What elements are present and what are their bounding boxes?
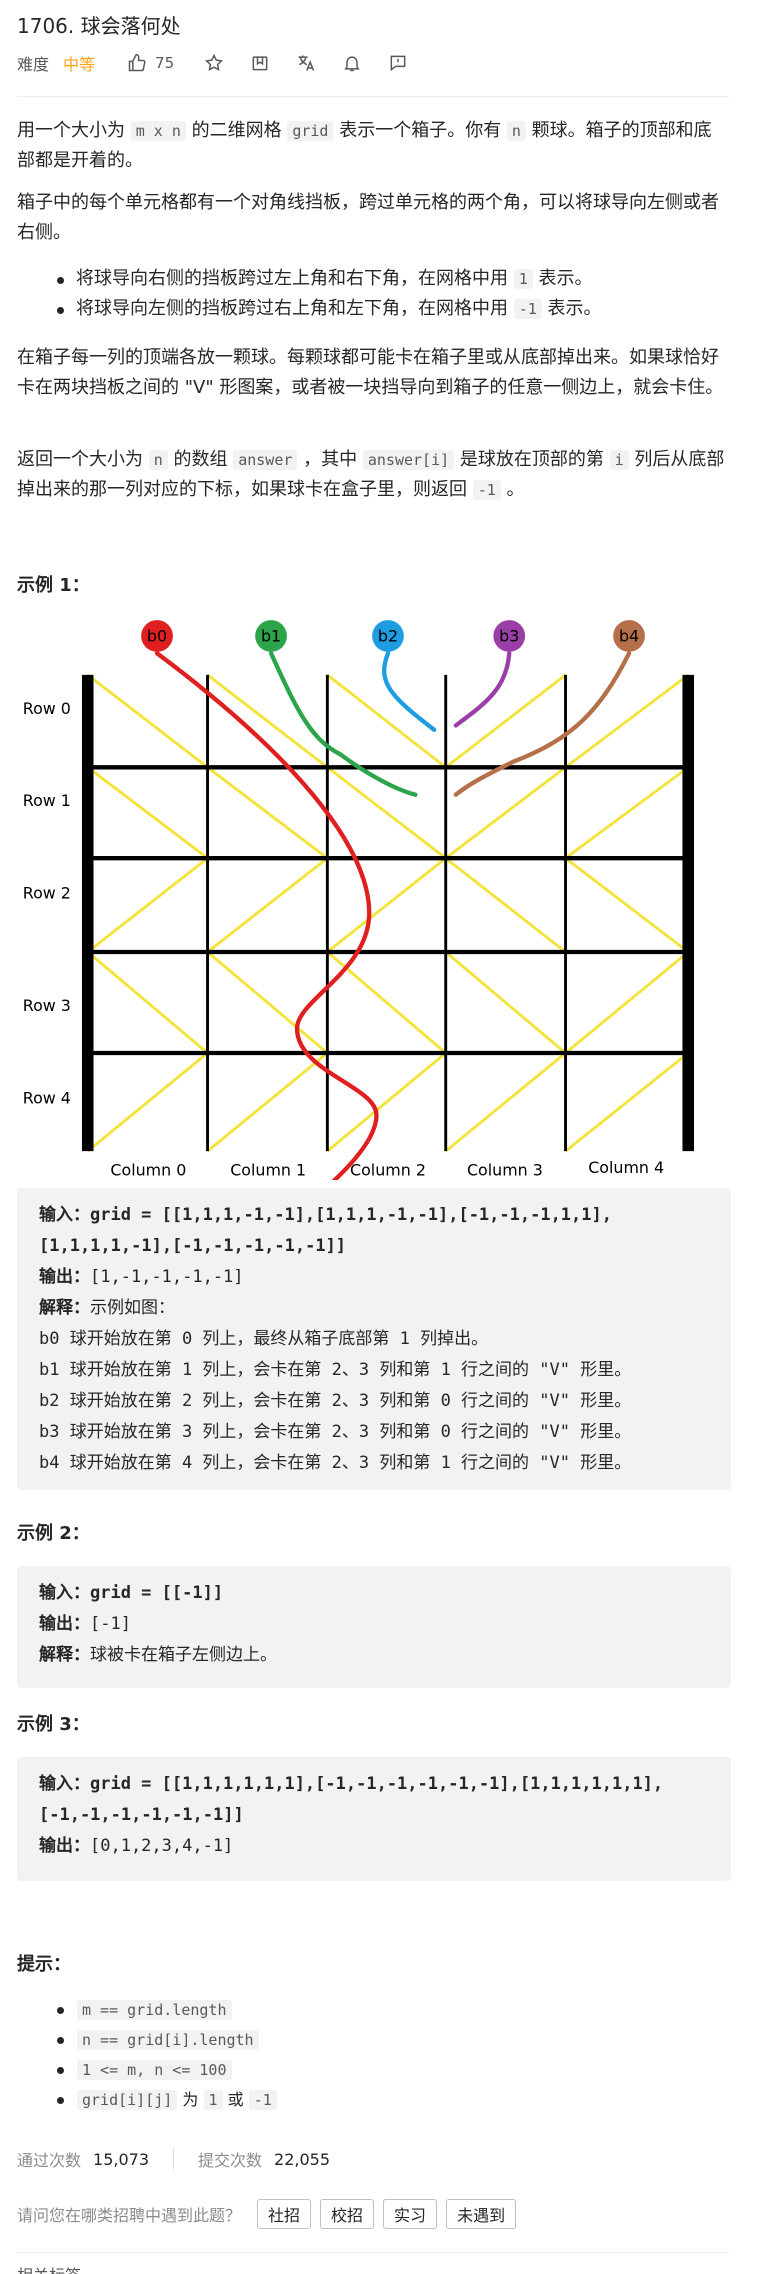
- translate-icon: [298, 55, 315, 71]
- example3-block: 输入：grid = [[1,1,1,1,1,1],[-1,-1,-1,-1,-1…: [17, 1757, 731, 1881]
- share-icon: [252, 56, 268, 71]
- row-label: Row 3: [23, 996, 71, 1015]
- divider: [17, 96, 729, 97]
- explain-line: b4 球开始放在第 4 列上，会卡在第 2、3 列和第 1 行之间的 "V" 形…: [39, 1453, 632, 1473]
- column-label: Column 2: [350, 1161, 426, 1180]
- star-icon: [205, 53, 224, 71]
- feedback-icon: [390, 55, 406, 72]
- example3-heading: 示例 3：: [17, 1714, 90, 1735]
- accepted-label: 通过次数: [17, 2151, 82, 2170]
- thumbs-up-icon: [128, 53, 146, 72]
- problem-title: 1706. 球会落何处: [17, 14, 181, 38]
- tag-social-recruit[interactable]: 社招: [257, 2199, 312, 2229]
- column-label: Column 0: [110, 1161, 186, 1180]
- example1-figure: b0 b1 b2 b3 b4 Row 0 Row 1 Row 2 Row 3 Row 4 Colu…: [23, 620, 695, 1180]
- translate-button[interactable]: [296, 53, 316, 73]
- description-p4: 返回一个大小为 n 的数组 answer ，其中 answer[i] 是球放在顶…: [17, 449, 725, 500]
- bell-icon: [344, 56, 360, 72]
- board-right: [326, 673, 447, 769]
- board-left: [326, 857, 447, 954]
- like-count: 75: [155, 54, 175, 72]
- notification-button[interactable]: [342, 53, 362, 73]
- column-label: Column 3: [467, 1161, 543, 1180]
- submissions-count: 22,055: [274, 2149, 330, 2169]
- board-right: [444, 857, 567, 954]
- share-button[interactable]: [250, 53, 270, 73]
- list-item: grid[i][j] 为 1 或 -1: [17, 2085, 729, 2115]
- explain-line: b1 球开始放在第 1 列上，会卡在第 2、3 列和第 1 行之间的 "V" 形…: [39, 1360, 632, 1380]
- example1-block: 输入：grid = [[1,1,1,-1,-1],[1,1,1,-1,-1],[…: [17, 1188, 731, 1490]
- board-left: [444, 1051, 567, 1153]
- row-label: Row 1: [23, 791, 71, 810]
- interview-survey: 请问您在哪类招聘中遇到此题？ 社招 校招 实习 未遇到: [17, 2197, 525, 2231]
- ball-path-b4: [453, 651, 632, 797]
- related-tags-label: 相关标签: [17, 2262, 81, 2274]
- ball-label: b0: [147, 627, 167, 646]
- board-left: [86, 857, 209, 954]
- tag-campus-recruit[interactable]: 校招: [320, 2199, 375, 2229]
- difficulty-label: 难度: [17, 55, 50, 74]
- board-left: [86, 1051, 209, 1153]
- accepted-count: 15,073: [93, 2149, 149, 2169]
- tag-not-met[interactable]: 未遇到: [446, 2199, 517, 2229]
- submissions-label: 提交次数: [198, 2151, 263, 2170]
- favorite-button[interactable]: [204, 53, 224, 73]
- submission-stats: 通过次数 15,073 提交次数 22,055: [17, 2144, 354, 2174]
- board-right: [206, 673, 329, 769]
- row-label: Row 2: [23, 884, 71, 903]
- board-left: [444, 766, 567, 860]
- hints-list: m == grid.length n == grid[i].length 1 <…: [17, 1995, 729, 2115]
- ball-label: b4: [619, 627, 639, 646]
- board-right: [86, 950, 209, 1055]
- explain-line: b0 球开始放在第 0 列上，最终从箱子底部第 1 列掉出。: [39, 1329, 489, 1349]
- board-right: [444, 950, 567, 1055]
- list-item: n == grid[i].length: [17, 2025, 729, 2055]
- feedback-button[interactable]: [388, 53, 408, 73]
- column-label: Column 4: [588, 1158, 664, 1177]
- hints-heading: 提示：: [17, 1954, 71, 1975]
- problem-meta: 难度 中等 75: [17, 48, 408, 78]
- explain-line: b3 球开始放在第 3 列上，会卡在第 2、3 列和第 0 行之间的 "V" 形…: [39, 1422, 632, 1442]
- ball-label: b3: [499, 627, 519, 646]
- board-right: [86, 673, 209, 769]
- example2-heading: 示例 2：: [17, 1523, 90, 1544]
- board-left: [564, 1051, 690, 1153]
- board-left: [206, 1051, 329, 1153]
- explain-line: b2 球开始放在第 2 列上，会卡在第 2、3 列和第 0 行之间的 "V" 形…: [39, 1391, 632, 1411]
- tag-internship[interactable]: 实习: [383, 2199, 438, 2229]
- ball-label: b1: [261, 627, 281, 646]
- divider: [17, 2252, 729, 2253]
- list-item: 将球导向左侧的挡板跨过右上角和左下角，在网格中用 -1 表示。: [17, 294, 729, 324]
- example2-block: 输入：grid = [[-1]] 输出：[-1] 解释：球被卡在箱子左侧边上。: [17, 1566, 731, 1688]
- ball-path-b2: [382, 651, 437, 732]
- divider: [173, 2148, 174, 2170]
- like-button[interactable]: 75: [127, 53, 174, 73]
- description-p2: 箱子中的每个单元格都有一个对角线挡板，跨过单元格的两个角，可以将球导向左侧或者右…: [17, 192, 719, 243]
- ball-label: b2: [378, 627, 398, 646]
- row-label: Row 4: [23, 1089, 71, 1108]
- description-p3: 在箱子每一列的顶端各放一颗球。每颗球都可能卡在箱子里或从底部掉出来。如果球恰好卡…: [17, 347, 724, 398]
- list-item: 1 <= m, n <= 100: [17, 2055, 729, 2085]
- column-label: Column 1: [230, 1161, 306, 1180]
- row-label: Row 0: [23, 699, 71, 718]
- difficulty-badge: 中等: [63, 55, 96, 74]
- description-bullets: 将球导向右侧的挡板跨过左上角和右下角，在网格中用 1 表示。 将球导向左侧的挡板…: [17, 264, 729, 324]
- example1-heading: 示例 1：: [17, 575, 90, 596]
- board-left: [564, 950, 690, 1055]
- list-item: m == grid.length: [17, 1995, 729, 2025]
- description-p1: 用一个大小为 m x n 的二维网格 grid 表示一个箱子。你有 n 颗球。箱…: [17, 120, 712, 171]
- board-right: [206, 766, 329, 860]
- board-left: [564, 766, 690, 860]
- list-item: 将球导向右侧的挡板跨过左上角和右下角，在网格中用 1 表示。: [17, 264, 729, 294]
- survey-question: 请问您在哪类招聘中遇到此题？: [17, 2206, 242, 2225]
- board-right: [564, 857, 690, 954]
- board-left: [206, 857, 329, 954]
- ball-path-b3: [453, 651, 512, 728]
- board-right: [86, 766, 209, 860]
- board-left: [326, 1051, 447, 1153]
